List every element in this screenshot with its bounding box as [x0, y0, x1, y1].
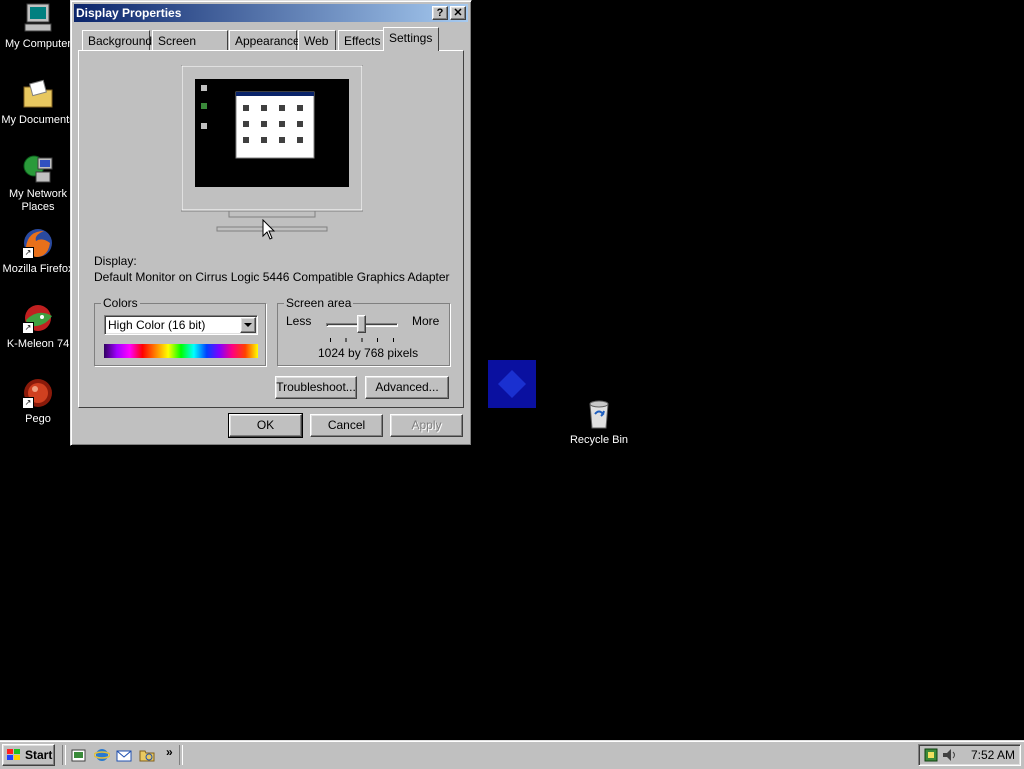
windows-explorer-icon: [139, 750, 155, 762]
tab-effects[interactable]: Effects: [338, 30, 384, 50]
shortcut-arrow-icon: ↗: [22, 247, 34, 259]
system-tray: 7:52 AM: [918, 744, 1021, 766]
less-label: Less: [286, 314, 312, 328]
colors-select[interactable]: High Color (16 bit): [104, 315, 258, 335]
folder-icon: [22, 78, 54, 110]
troubleshoot-button[interactable]: Troubleshoot...: [275, 376, 357, 399]
icon-label: My Computer: [4, 38, 72, 50]
cancel-button[interactable]: Cancel: [310, 414, 383, 437]
dropdown-arrow-button[interactable]: [240, 317, 256, 333]
outlook-express-icon: [116, 750, 132, 762]
slider-ticks: [330, 338, 394, 342]
desktop-icon-mozilla-firefox[interactable]: ↗ Mozilla Firefox: [0, 227, 76, 276]
shortcut-arrow-icon: ↗: [22, 397, 34, 409]
advanced-button[interactable]: Advanced...: [365, 376, 449, 399]
desktop-icon-pego[interactable]: ↗ Pego: [0, 377, 76, 426]
tab-background[interactable]: Background: [82, 30, 152, 50]
pego-icon: ↗: [22, 377, 54, 409]
screen-area-slider[interactable]: [326, 314, 398, 344]
display-label: Display:: [94, 254, 137, 268]
tray-app-icon[interactable]: [923, 747, 939, 763]
start-button[interactable]: Start: [2, 744, 55, 766]
desktop-icon-recycle-bin[interactable]: Recycle Bin: [561, 398, 637, 447]
color-spectrum-bar: [104, 344, 258, 358]
chevron-down-icon: [244, 323, 252, 327]
volume-icon[interactable]: [941, 747, 957, 763]
icon-label: K-Meleon 74: [6, 338, 70, 350]
quicklaunch-outlook[interactable]: [116, 747, 132, 763]
help-icon: ?: [436, 7, 444, 19]
close-button[interactable]: ✕: [450, 6, 466, 20]
tab-settings[interactable]: Settings: [383, 27, 439, 51]
computer-icon: [22, 2, 54, 34]
screen-area-group: Screen area Less More 1024 by 768 pixels: [277, 296, 450, 366]
ok-button[interactable]: OK: [228, 413, 303, 438]
screen-area-legend: Screen area: [284, 296, 354, 310]
display-value: Default Monitor on Cirrus Logic 5446 Com…: [94, 270, 450, 284]
icon-label: Mozilla Firefox: [2, 263, 74, 275]
start-label: Start: [25, 748, 53, 762]
tab-screen-saver[interactable]: Screen Saver: [152, 30, 228, 68]
show-desktop-icon: [71, 749, 86, 762]
internet-explorer-icon: [93, 749, 111, 761]
colors-legend: Colors: [101, 296, 140, 310]
clock[interactable]: 7:52 AM: [971, 748, 1015, 762]
firefox-icon: ↗: [22, 227, 54, 259]
desktop-icon-my-documents[interactable]: My Documents: [0, 78, 76, 127]
network-icon: [22, 152, 54, 184]
window-title: Display Properties: [76, 6, 182, 20]
quicklaunch-explorer[interactable]: [139, 747, 155, 763]
desktop-icon-k-meleon[interactable]: ↗ K-Meleon 74: [0, 302, 76, 351]
colors-selected: High Color (16 bit): [108, 318, 206, 332]
desktop-icon-my-network-places[interactable]: My Network Places: [0, 152, 76, 214]
k-meleon-icon: ↗: [22, 302, 54, 334]
more-label: More: [412, 314, 440, 328]
shortcut-arrow-icon: ↗: [22, 322, 34, 334]
apply-button[interactable]: Apply: [390, 414, 463, 437]
desktop-icon-my-computer[interactable]: My Computer: [0, 2, 76, 51]
quicklaunch-end-separator: [179, 745, 183, 765]
quicklaunch-ie[interactable]: [93, 747, 111, 763]
close-icon: ✕: [453, 7, 463, 19]
recycle-bin-icon: [583, 398, 615, 430]
icon-label: Pego: [25, 413, 51, 425]
resolution-text: 1024 by 768 pixels: [318, 346, 419, 360]
taskbar: Start » 7:52 AM: [0, 740, 1024, 769]
tab-web[interactable]: Web: [298, 30, 336, 50]
icon-label: My Documents: [1, 114, 75, 126]
quicklaunch-chevron[interactable]: »: [166, 745, 173, 759]
title-bar[interactable]: Display Properties ? ✕: [74, 4, 468, 22]
icon-label: Recycle Bin: [569, 434, 629, 446]
quicklaunch-separator: [62, 745, 66, 765]
windows-logo-icon: [7, 749, 20, 760]
tab-appearance[interactable]: Appearance: [229, 30, 300, 50]
slider-thumb[interactable]: [357, 315, 366, 333]
desktop-blue-block: [488, 360, 536, 408]
colors-group: Colors High Color (16 bit): [94, 296, 266, 366]
help-button[interactable]: ?: [432, 6, 448, 20]
icon-label: My Network Places: [8, 188, 68, 213]
quicklaunch-desktop[interactable]: [71, 747, 87, 763]
monitor-preview: [180, 64, 364, 232]
mouse-cursor-icon: [262, 219, 276, 240]
